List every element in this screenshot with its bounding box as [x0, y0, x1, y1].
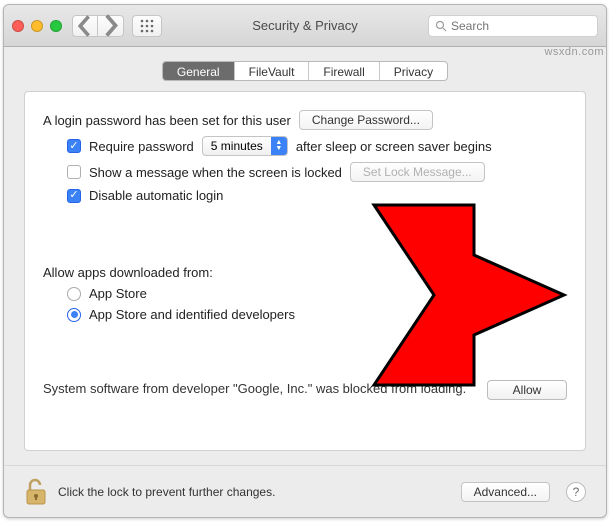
forward-button[interactable] [98, 15, 124, 37]
require-password-delay-value: 5 minutes [203, 139, 271, 153]
set-lock-message-button[interactable]: Set Lock Message... [350, 162, 485, 182]
tab-filevault[interactable]: FileVault [235, 62, 310, 80]
appstore-option-row: App Store [67, 286, 567, 301]
lock-text: Click the lock to prevent further change… [58, 485, 275, 499]
login-password-text: A login password has been set for this u… [43, 113, 291, 128]
advanced-button[interactable]: Advanced... [461, 482, 550, 502]
zoom-window-button[interactable] [50, 20, 62, 32]
grid-icon [140, 19, 154, 33]
show-message-row: Show a message when the screen is locked… [67, 162, 567, 182]
identified-option-row: App Store and identified developers [67, 307, 567, 322]
login-password-row: A login password has been set for this u… [43, 110, 567, 130]
identified-radio[interactable] [67, 308, 81, 322]
nav-buttons [72, 15, 124, 37]
close-window-button[interactable] [12, 20, 24, 32]
watermark: wsxdn.com [544, 46, 604, 58]
search-icon [435, 20, 447, 32]
disable-autologin-checkbox[interactable] [67, 189, 81, 203]
allow-apps-heading: Allow apps downloaded from: [43, 265, 567, 280]
disable-autologin-label: Disable automatic login [89, 188, 223, 203]
chevron-left-icon [73, 14, 97, 38]
blocked-software-message: System software from developer "Google, … [43, 380, 475, 398]
search-field[interactable] [428, 15, 598, 37]
allow-button[interactable]: Allow [487, 380, 567, 400]
require-password-label: Require password [89, 139, 194, 154]
search-input[interactable] [451, 19, 591, 33]
tab-segment: General FileVault Firewall Privacy [162, 61, 448, 81]
appstore-radio[interactable] [67, 287, 81, 301]
disable-autologin-row: Disable automatic login [67, 188, 567, 203]
show-message-label: Show a message when the screen is locked [89, 165, 342, 180]
lock-button[interactable] [24, 478, 48, 506]
require-password-delay-select[interactable]: 5 minutes ▲▼ [202, 136, 288, 156]
show-all-button[interactable] [132, 15, 162, 37]
lock-open-icon [24, 478, 48, 506]
help-button[interactable]: ? [566, 482, 586, 502]
back-button[interactable] [72, 15, 98, 37]
show-message-checkbox[interactable] [67, 165, 81, 179]
identified-radio-label: App Store and identified developers [89, 307, 295, 322]
toolbar: Security & Privacy [4, 5, 606, 47]
preferences-window: Security & Privacy General FileVault Fir… [3, 4, 607, 518]
stepper-arrows-icon: ▲▼ [271, 137, 287, 155]
require-password-after-text: after sleep or screen saver begins [296, 139, 492, 154]
tab-bar: General FileVault Firewall Privacy [4, 47, 606, 91]
tab-general[interactable]: General [163, 62, 235, 80]
require-password-checkbox[interactable] [67, 139, 81, 153]
tab-privacy[interactable]: Privacy [380, 62, 447, 80]
minimize-window-button[interactable] [31, 20, 43, 32]
window-controls [12, 20, 62, 32]
general-panel: A login password has been set for this u… [24, 91, 586, 451]
change-password-button[interactable]: Change Password... [299, 110, 433, 130]
blocked-software-row: System software from developer "Google, … [43, 380, 567, 400]
require-password-row: Require password 5 minutes ▲▼ after slee… [67, 136, 567, 156]
allow-apps-heading-text: Allow apps downloaded from: [43, 265, 213, 280]
tab-firewall[interactable]: Firewall [309, 62, 379, 80]
appstore-radio-label: App Store [89, 286, 147, 301]
chevron-right-icon [98, 13, 123, 38]
footer: Click the lock to prevent further change… [4, 465, 606, 517]
